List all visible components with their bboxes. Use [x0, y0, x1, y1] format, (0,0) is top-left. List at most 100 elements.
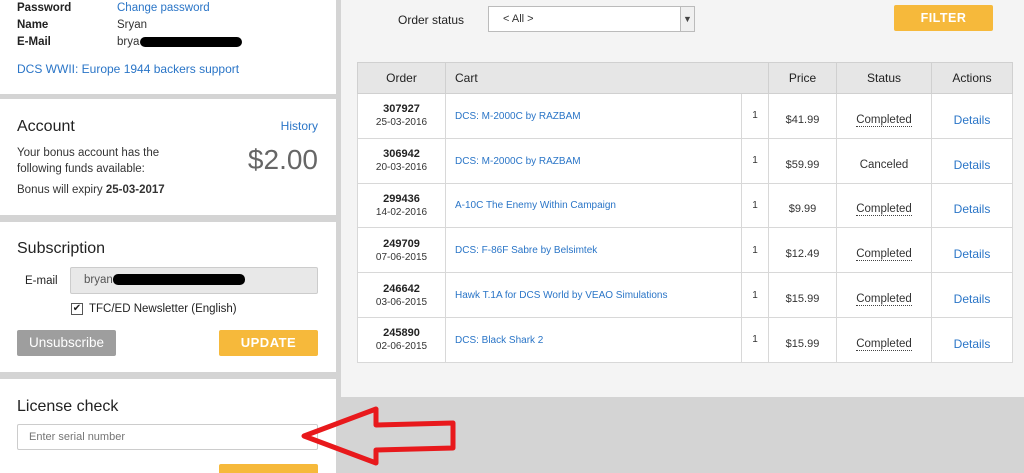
email-value: brya	[117, 36, 140, 48]
cart-cell: Hawk T.1A for DCS World by VEAO Simulati…	[445, 272, 742, 318]
actions-cell: Details	[931, 137, 1013, 184]
status-cell: Completed	[836, 316, 932, 363]
price-cell: $15.99	[768, 272, 837, 318]
update-button[interactable]: UPDATE	[219, 330, 318, 356]
quantity-cell: 1	[741, 137, 769, 184]
status-text: Canceled	[859, 158, 909, 171]
order-date: 25-03-2016	[375, 117, 428, 129]
details-link[interactable]: Details	[954, 292, 991, 306]
cart-item-link[interactable]: DCS: F-86F Sabre by Belsimtek	[455, 245, 597, 256]
actions-cell: Details	[931, 93, 1013, 139]
email-row: E-Mail brya	[17, 36, 243, 48]
table-row: 249709 07-06-2015 DCS: F-86F Sabre by Bel…	[357, 227, 1013, 274]
header-order: Order	[357, 62, 446, 94]
header-price: Price	[768, 62, 837, 94]
subscription-card: Subscription E-mail bryan ✔ TFC/ED Newsl…	[0, 222, 336, 372]
order-cell: 246642 03-06-2015	[357, 272, 446, 318]
sub-email-field[interactable]: bryan	[70, 267, 318, 294]
table-row: 307927 25-03-2016 DCS: M-2000C by RAZBAM …	[357, 93, 1013, 139]
password-row: Password Change password	[17, 2, 210, 14]
subscription-title: Subscription	[17, 240, 106, 257]
cart-item-link[interactable]: Hawk T.1A for DCS World by VEAO Simulati…	[455, 290, 668, 301]
cart-item-link[interactable]: A-10C The Enemy Within Campaign	[455, 200, 616, 211]
orders-panel: Order status < All > ▼ FILTER Order Cart…	[341, 0, 1024, 397]
change-password-link[interactable]: Change password	[117, 2, 210, 14]
account-title: Account	[17, 118, 75, 135]
order-number: 245890	[383, 327, 420, 340]
cart-cell: A-10C The Enemy Within Campaign	[445, 182, 742, 229]
details-link[interactable]: Details	[954, 113, 991, 127]
order-date: 02-06-2015	[375, 341, 428, 353]
table-header-row: Order Cart Price Status Actions	[357, 62, 1013, 94]
details-link[interactable]: Details	[954, 158, 991, 172]
order-date: 07-06-2015	[375, 251, 428, 263]
cart-cell: DCS: M-2000C by RAZBAM	[445, 137, 742, 184]
order-date: 03-06-2015	[375, 296, 428, 308]
actions-cell: Details	[931, 272, 1013, 318]
newsletter-label: TFC/ED Newsletter (English)	[89, 303, 237, 315]
cart-cell: DCS: Black Shark 2	[445, 316, 742, 363]
orders-table: Order Cart Price Status Actions 307927 25…	[357, 62, 1013, 363]
status-text: Completed	[856, 248, 912, 262]
quantity-cell: 1	[741, 316, 769, 363]
order-cell: 245890 02-06-2015	[357, 316, 446, 363]
price-cell: $9.99	[768, 182, 837, 229]
cart-item-link[interactable]: DCS: M-2000C by RAZBAM	[455, 156, 581, 167]
details-link[interactable]: Details	[954, 337, 991, 351]
status-cell: Completed	[836, 272, 932, 318]
unsubscribe-button[interactable]: Unsubscribe	[17, 330, 116, 356]
details-link[interactable]: Details	[954, 247, 991, 261]
order-date: 20-03-2016	[375, 162, 428, 174]
serial-number-input[interactable]	[17, 424, 318, 450]
order-date: 14-02-2016	[375, 206, 428, 218]
table-row: 306942 20-03-2016 DCS: M-2000C by RAZBAM …	[357, 137, 1013, 184]
actions-cell: Details	[931, 227, 1013, 274]
price-cell: $12.49	[768, 227, 837, 274]
order-status-value: < All >	[503, 13, 534, 25]
name-value: Sryan	[117, 19, 148, 31]
status-text: Completed	[856, 203, 912, 217]
cart-cell: DCS: M-2000C by RAZBAM	[445, 93, 742, 139]
account-card: Account History Your bonus account has t…	[0, 99, 336, 215]
table-row: 246642 03-06-2015 Hawk T.1A for DCS World…	[357, 272, 1013, 318]
quantity-cell: 1	[741, 182, 769, 229]
expiry-date: 25-03-2017	[105, 184, 165, 196]
status-text: Completed	[856, 113, 912, 127]
history-link[interactable]: History	[281, 119, 318, 133]
order-status-select[interactable]: < All > ▼	[488, 6, 695, 32]
order-number: 246642	[383, 282, 420, 295]
status-cell: Completed	[836, 93, 932, 139]
status-cell: Completed	[836, 227, 932, 274]
details-link[interactable]: Details	[954, 202, 991, 216]
order-cell: 306942 20-03-2016	[357, 137, 446, 184]
profile-card: Password Change password Name Sryan E-Ma…	[0, 0, 336, 94]
sub-email-label: E-mail	[25, 275, 58, 287]
price-cell: $15.99	[768, 316, 837, 363]
password-label: Password	[17, 2, 72, 14]
red-arrow-icon	[301, 406, 456, 466]
actions-cell: Details	[931, 182, 1013, 229]
status-text: Completed	[856, 337, 912, 351]
header-actions: Actions	[931, 62, 1013, 94]
order-cell: 299436 14-02-2016	[357, 182, 446, 229]
cart-item-link[interactable]: DCS: M-2000C by RAZBAM	[455, 111, 581, 122]
table-row: 245890 02-06-2015 DCS: Black Shark 2 1 $1…	[357, 316, 1013, 363]
order-status-label: Order status	[398, 13, 465, 27]
quantity-cell: 1	[741, 227, 769, 274]
table-row: 299436 14-02-2016 A-10C The Enemy Within …	[357, 182, 1013, 229]
email-value-wrap: brya	[117, 36, 243, 48]
filter-button[interactable]: FILTER	[894, 5, 993, 31]
chevron-down-icon[interactable]: ▼	[680, 7, 694, 31]
account-description: Your bonus account has the following fun…	[17, 147, 160, 175]
order-number: 306942	[383, 148, 420, 161]
status-cell: Completed	[836, 182, 932, 229]
backers-support-link[interactable]: DCS WWII: Europe 1944 backers support	[17, 62, 239, 76]
order-number: 307927	[383, 103, 420, 116]
bonus-amount: $2.00	[247, 144, 318, 175]
newsletter-checkbox[interactable]: ✔	[71, 303, 83, 315]
cart-cell: DCS: F-86F Sabre by Belsimtek	[445, 227, 742, 274]
sub-email-redaction	[112, 274, 245, 286]
cart-item-link[interactable]: DCS: Black Shark 2	[455, 335, 543, 346]
quantity-cell: 1	[741, 93, 769, 139]
status-cell: Canceled	[836, 137, 932, 184]
